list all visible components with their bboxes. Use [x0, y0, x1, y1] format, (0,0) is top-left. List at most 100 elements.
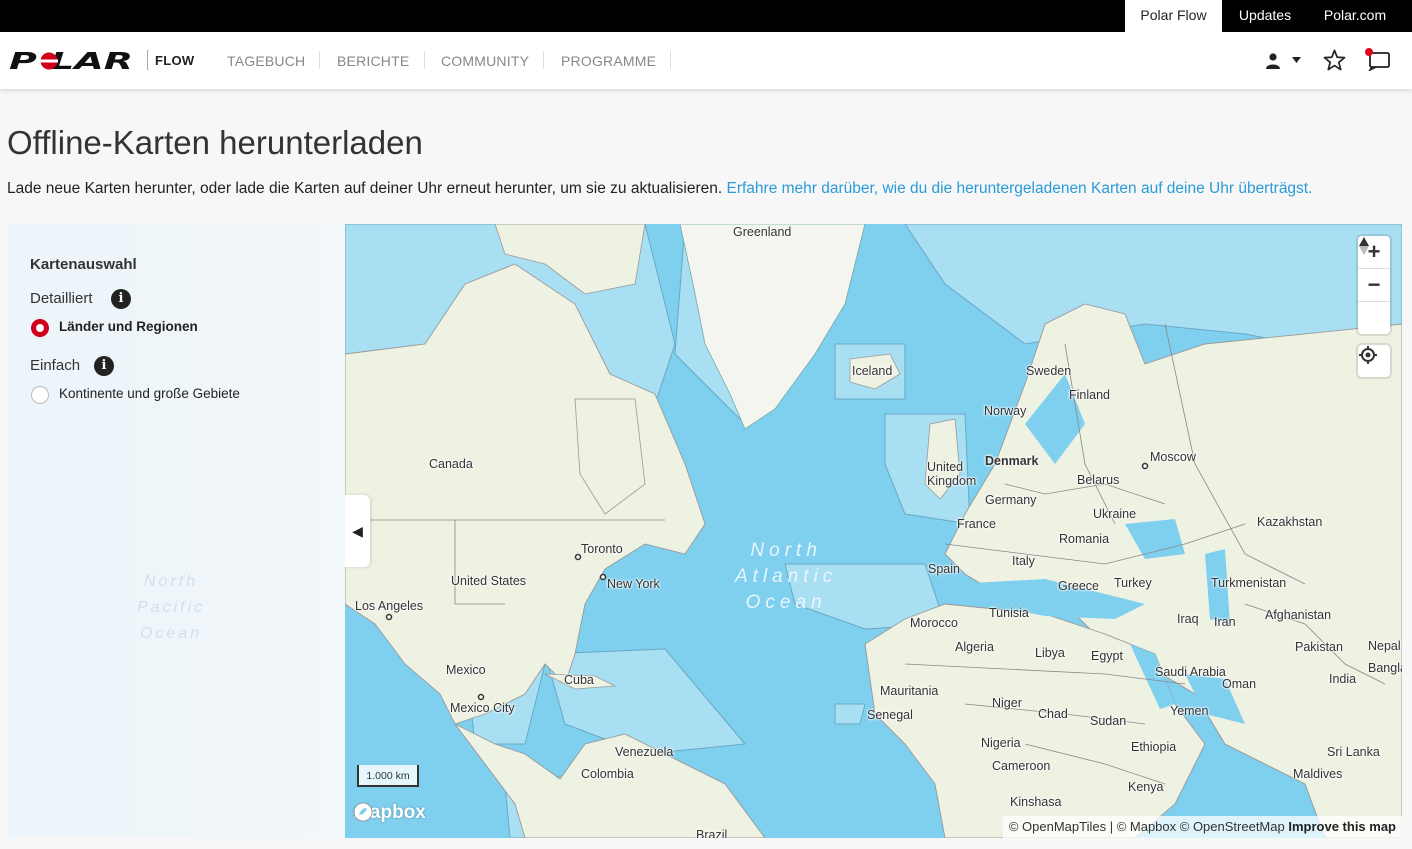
map-label: Ukraine — [1093, 507, 1137, 521]
map-label: Afghanistan — [1265, 608, 1332, 622]
map-label: Senegal — [867, 708, 913, 722]
zoom-out-button[interactable]: − — [1358, 269, 1390, 302]
product-name[interactable]: FLOW — [155, 53, 194, 68]
map-label: Los Angeles — [355, 599, 424, 613]
panel-heading: Kartenauswahl — [30, 256, 137, 273]
map-label: Sweden — [1026, 364, 1072, 378]
map-label: Mexico City — [450, 701, 515, 715]
nav-divider — [424, 51, 425, 69]
map-attribution: © OpenMapTiles | © Mapbox © OpenStreetMa… — [1002, 816, 1402, 838]
map-label: France — [957, 517, 996, 531]
collapse-panel-button[interactable]: ◀ — [345, 495, 370, 567]
map-label: Tunisia — [989, 606, 1029, 620]
map-label: Sri Lanka — [1327, 745, 1380, 759]
map-label: Pakistan — [1295, 640, 1343, 654]
map-label: Cuba — [564, 673, 594, 687]
map-label: Greenland — [733, 225, 792, 239]
topbar-link-polar-flow[interactable]: Polar Flow — [1125, 0, 1222, 32]
map-label: Saudi Arabia — [1155, 665, 1226, 679]
notifications-icon[interactable] — [1364, 47, 1392, 71]
map-label: Niger — [992, 696, 1022, 710]
map-label: Venezuela — [615, 745, 674, 759]
nav-divider — [543, 51, 544, 69]
nav-item-berichte[interactable]: BERICHTE — [337, 53, 409, 69]
topbar-link-updates[interactable]: Updates — [1222, 0, 1308, 32]
map-label: Chad — [1038, 707, 1068, 721]
svg-text:P LAR: P LAR — [9, 49, 133, 73]
map-label: Egypt — [1091, 649, 1123, 663]
zoom-controls: + − — [1358, 236, 1390, 334]
map-label: Brazil — [696, 828, 728, 838]
user-icon[interactable] — [1264, 52, 1282, 70]
nav-divider — [319, 51, 320, 69]
page-title: Offline-Karten herunterladen — [7, 124, 423, 161]
map-scale: 1.000 km — [357, 765, 419, 787]
map-label: Denmark — [985, 454, 1039, 468]
map-view[interactable]: North Atlantic Ocean Greenland Iceland C… — [345, 224, 1402, 838]
map-label: Mauritania — [880, 684, 939, 698]
nav-item-community[interactable]: COMMUNITY — [441, 53, 529, 69]
top-bar: Polar Flow Updates Polar.com — [0, 0, 1412, 32]
panel-background — [7, 224, 345, 838]
map-label: Italy — [1012, 554, 1035, 568]
main-nav: P LAR FLOW TAGEBUCH BERICHTE COMMUNITY P… — [0, 32, 1412, 89]
map-label: Cameroon — [992, 759, 1051, 773]
map-label: Spain — [928, 562, 960, 576]
map-label: Toronto — [581, 542, 623, 556]
compass-button[interactable] — [1358, 237, 1390, 334]
option-continents[interactable]: Kontinente und große Gebiete — [59, 386, 240, 401]
map-selection-panel: North Pacific Ocean Kartenauswahl Detail… — [7, 224, 345, 838]
geolocate-control — [1358, 345, 1390, 377]
map-label: Romania — [1059, 532, 1110, 546]
map-label: Turkey — [1114, 576, 1152, 590]
map-label: Yemen — [1170, 704, 1209, 718]
topbar-link-polar-com[interactable]: Polar.com — [1308, 0, 1402, 32]
star-icon[interactable] — [1323, 49, 1346, 71]
map-label: India — [1329, 672, 1357, 686]
map-label: Kazakhstan — [1257, 515, 1323, 529]
map-label: Turkmenistan — [1211, 576, 1287, 590]
locate-icon — [1359, 346, 1377, 364]
attribution-text[interactable]: © OpenMapTiles | © Mapbox © OpenStreetMa… — [1009, 819, 1285, 834]
map-label: Iraq — [1177, 612, 1199, 626]
improve-map-link[interactable]: Improve this map — [1288, 819, 1396, 834]
map-label: Mexico — [446, 663, 486, 677]
map-label: Libya — [1035, 646, 1065, 660]
geolocate-button[interactable] — [1358, 345, 1390, 377]
map-label: Nepal — [1368, 639, 1401, 653]
radio-continents[interactable] — [31, 386, 49, 404]
map-label: Germany — [985, 493, 1037, 507]
nav-divider — [670, 51, 671, 69]
polar-logo[interactable]: P LAR — [9, 49, 139, 73]
logo-divider — [147, 50, 148, 70]
map-label: Iran — [1214, 615, 1236, 629]
map-label: Iceland — [852, 364, 893, 378]
ocean-label: North Atlantic Ocean — [735, 540, 838, 613]
map-label: Colombia — [581, 767, 634, 781]
info-icon[interactable]: i — [94, 356, 114, 376]
compass-icon — [1359, 237, 1369, 255]
map-label: Oman — [1222, 677, 1257, 691]
map-label: Ethiopia — [1131, 740, 1177, 754]
mapbox-logo[interactable]: mapbox — [353, 802, 426, 824]
map-label: Norway — [984, 404, 1027, 418]
learn-more-link[interactable]: Erfahre mehr darüber, wie du die herunte… — [727, 180, 1313, 197]
map-label: Nigeria — [981, 736, 1021, 750]
nav-item-tagebuch[interactable]: TAGEBUCH — [227, 53, 305, 69]
map-label: United States — [451, 574, 527, 588]
option-countries-regions[interactable]: Länder und Regionen — [59, 319, 198, 334]
chevron-down-icon[interactable] — [1292, 57, 1301, 63]
map-label: Belarus — [1077, 473, 1120, 487]
map-label: Canada — [429, 457, 473, 471]
radio-countries-regions[interactable] — [31, 319, 49, 337]
map-label: Finland — [1069, 388, 1110, 402]
map-label: Moscow — [1150, 450, 1196, 464]
map-label: Kenya — [1128, 780, 1164, 794]
map-canvas[interactable] — [345, 224, 1402, 838]
map-label: Sudan — [1090, 714, 1127, 728]
map-label: Greece — [1058, 579, 1099, 593]
map-label: United Kingdom — [927, 460, 977, 488]
info-icon[interactable]: i — [111, 289, 131, 309]
nav-item-programme[interactable]: PROGRAMME — [561, 53, 656, 69]
page-description: Lade neue Karten herunter, oder lade die… — [7, 180, 1312, 198]
